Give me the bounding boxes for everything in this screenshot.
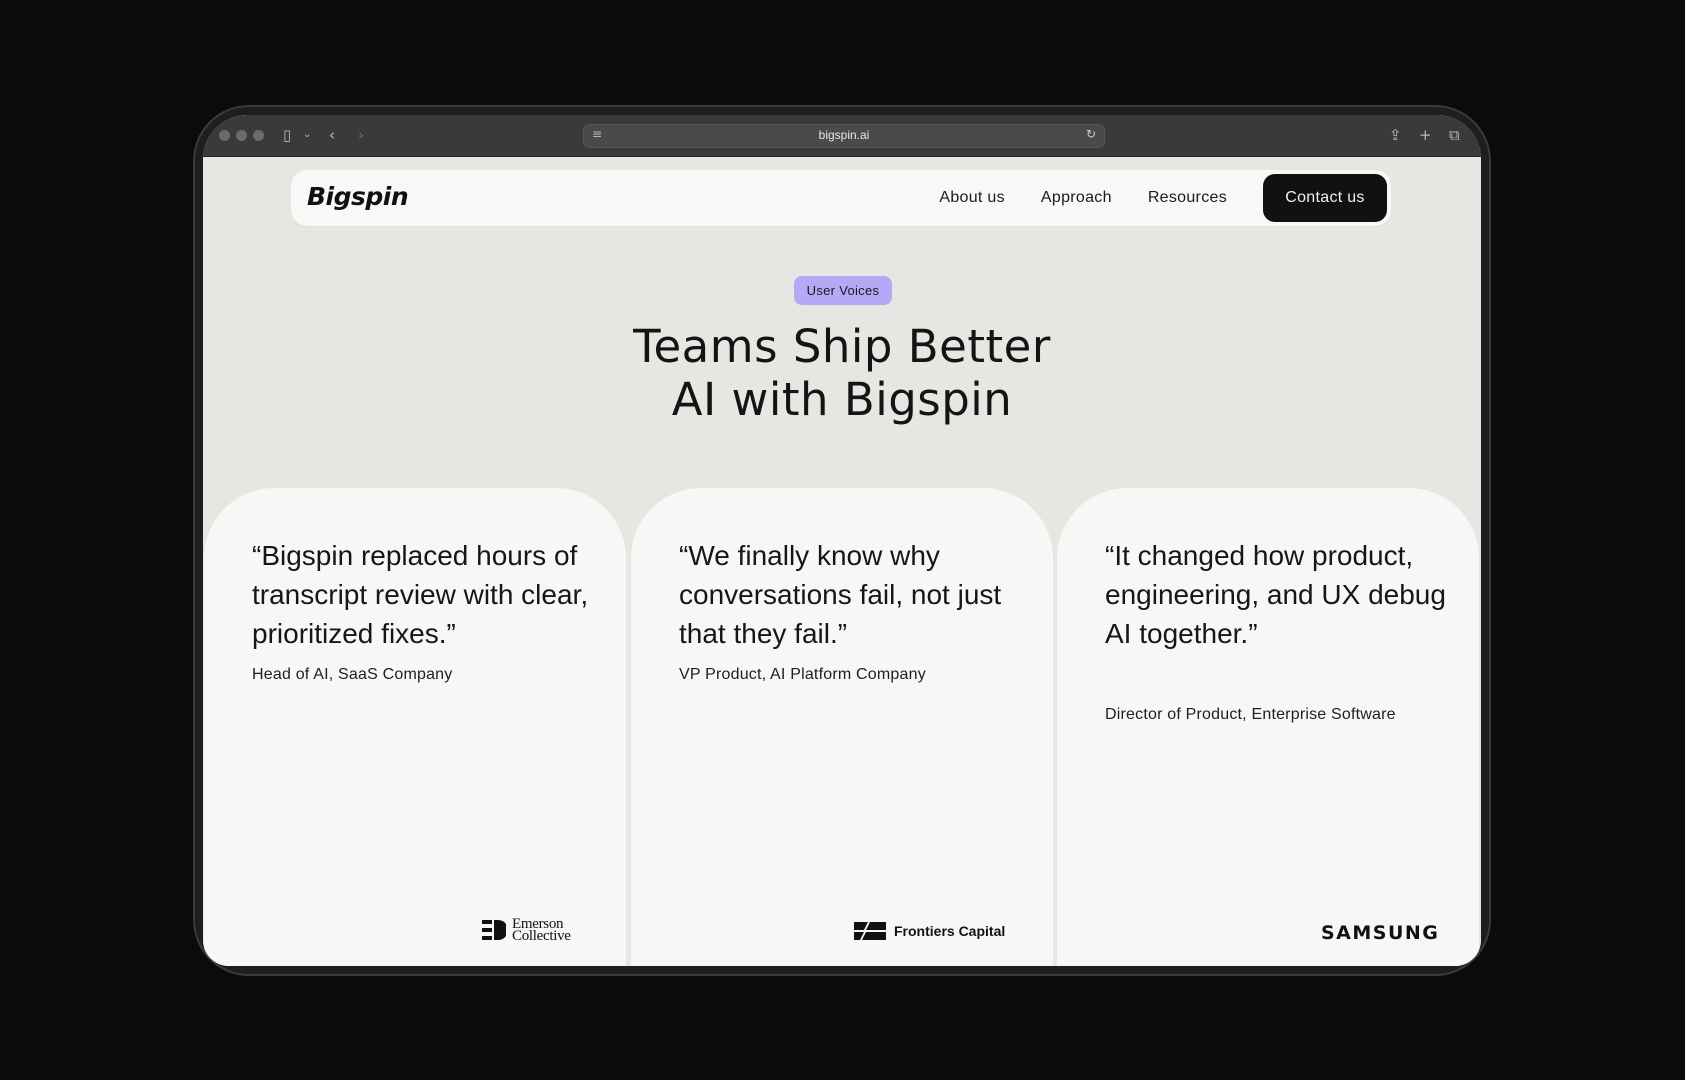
nav-links: About us Approach Resources xyxy=(939,189,1227,207)
frontiers-mark-icon xyxy=(854,922,886,940)
tabs-overview-icon[interactable]: ⧉ xyxy=(1449,125,1460,145)
contact-us-button[interactable]: Contact us xyxy=(1263,174,1387,222)
nav-link-resources[interactable]: Resources xyxy=(1148,189,1227,207)
top-navigation: Bigspin About us Approach Resources Cont… xyxy=(291,170,1391,226)
nav-link-about[interactable]: About us xyxy=(939,189,1005,207)
testimonial-quote: “It changed how product, engineering, an… xyxy=(1105,540,1446,649)
testimonial-cards: “Bigspin replaced hours of transcript re… xyxy=(203,488,1481,966)
testimonial-author: Director of Product, Enterprise Software xyxy=(1105,706,1396,723)
url-text: bigspin.ai xyxy=(818,128,870,142)
close-window-icon[interactable] xyxy=(219,130,230,141)
sidebar-icon[interactable]: ▯ xyxy=(283,125,291,145)
section-headline: Teams Ship Better AI with Bigspin xyxy=(203,320,1481,426)
frontiers-capital-logo: Frontiers Capital xyxy=(854,922,1005,940)
samsung-logo: SAMSUNG xyxy=(1321,922,1440,944)
testimonial-quote: “Bigspin replaced hours of transcript re… xyxy=(252,540,589,649)
browser-window: ▯ ⌄ ‹ › ≡ bigspin.ai ↻ ⇪ + ⧉ Bigspin Abo… xyxy=(203,115,1481,966)
web-page: Bigspin About us Approach Resources Cont… xyxy=(203,157,1481,966)
emerson-wordmark: Emerson Collective xyxy=(512,916,571,944)
chevron-down-icon[interactable]: ⌄ xyxy=(303,125,311,145)
share-icon[interactable]: ⇪ xyxy=(1389,125,1402,145)
testimonial-quote: “We finally know why conversations fail,… xyxy=(679,540,1002,649)
section-badge: User Voices xyxy=(794,276,892,305)
reload-icon[interactable]: ↻ xyxy=(1086,127,1096,141)
window-controls xyxy=(219,130,264,141)
headline-line-1: Teams Ship Better xyxy=(633,320,1051,373)
headline-line-2: AI with Bigspin xyxy=(671,373,1013,426)
new-tab-icon[interactable]: + xyxy=(1419,125,1432,145)
testimonial-author: Head of AI, SaaS Company xyxy=(252,666,453,683)
testimonial-card: “It changed how product, engineering, an… xyxy=(1057,488,1479,966)
address-bar[interactable]: ≡ bigspin.ai ↻ xyxy=(583,124,1105,148)
testimonial-card: “We finally know why conversations fail,… xyxy=(631,488,1053,966)
testimonial-author: VP Product, AI Platform Company xyxy=(679,666,926,683)
browser-toolbar: ▯ ⌄ ‹ › ≡ bigspin.ai ↻ ⇪ + ⧉ xyxy=(203,115,1481,157)
frontiers-wordmark: Frontiers Capital xyxy=(894,923,1006,939)
testimonial-card: “Bigspin replaced hours of transcript re… xyxy=(204,488,626,966)
emerson-mark-icon xyxy=(482,920,506,940)
forward-icon[interactable]: › xyxy=(358,125,364,145)
nav-link-approach[interactable]: Approach xyxy=(1041,189,1112,207)
bigspin-logo[interactable]: Bigspin xyxy=(307,182,409,211)
emerson-collective-logo: Emerson Collective xyxy=(482,916,571,944)
zoom-window-icon[interactable] xyxy=(253,130,264,141)
minimize-window-icon[interactable] xyxy=(236,130,247,141)
back-icon[interactable]: ‹ xyxy=(329,125,335,145)
